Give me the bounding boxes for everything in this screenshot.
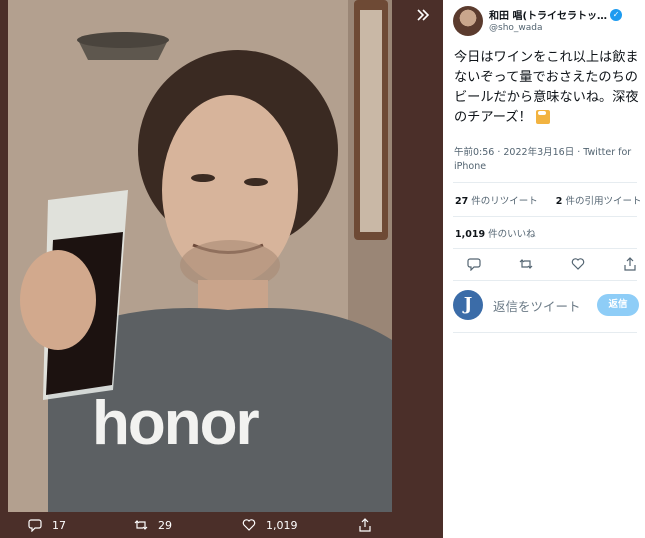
like-icon[interactable]	[571, 257, 585, 271]
media-viewer: honor 17 29 1,019	[0, 0, 443, 538]
tweet-body: 今日はワインをこれ以上は飲まないぞって量でおさえたのちのビールだから意味ないね。…	[454, 48, 640, 128]
likes-count: 1,019	[455, 229, 486, 240]
retweets-label: 件のリツイート	[471, 196, 538, 207]
quotes-count: 2	[555, 196, 563, 207]
verified-badge-icon: ✓	[610, 8, 623, 21]
media-reply-button[interactable]: 17	[28, 518, 66, 532]
retweets-count: 27	[455, 196, 469, 207]
beer-emoji	[535, 110, 550, 124]
like-icon	[242, 519, 256, 531]
retweet-icon[interactable]	[519, 257, 533, 271]
share-icon[interactable]	[623, 257, 637, 271]
tweet-timestamp[interactable]: 午前0:56 · 2022年3月16日	[454, 147, 574, 158]
tweet-author[interactable]: 和田 唱(トライセラトッ… ✓ @sho_wada	[453, 6, 623, 36]
tweet-stats-row: 27 件のリツイート 2 件の引用ツイート	[455, 193, 641, 207]
reply-composer: J 返信をツイート 返信	[453, 290, 639, 320]
tweet-detail-panel: 和田 唱(トライセラトッ… ✓ @sho_wada 今日はワインをこれ以上は飲ま…	[443, 0, 645, 538]
media-like-count: 1,019	[266, 518, 298, 532]
divider	[453, 248, 637, 249]
author-display-name[interactable]: 和田 唱(トライセラトッ…	[489, 7, 607, 22]
media-action-bar: 17 29 1,019	[0, 512, 443, 538]
reply-button[interactable]: 返信	[597, 294, 639, 316]
likes-stat[interactable]: 1,019 件のいいね	[455, 226, 536, 240]
reply-icon[interactable]	[467, 257, 481, 271]
media-retweet-button[interactable]: 29	[134, 518, 172, 532]
divider	[453, 216, 637, 217]
shirt-print-text: honor	[92, 389, 260, 458]
author-avatar[interactable]	[453, 6, 483, 36]
likes-label: 件のいいね	[488, 229, 536, 240]
divider	[453, 332, 637, 333]
media-like-button[interactable]: 1,019	[242, 518, 298, 532]
tweet-meta: 午前0:56 · 2022年3月16日 · Twitter for iPhone	[454, 147, 632, 172]
expand-icon[interactable]	[412, 6, 434, 28]
media-retweet-count: 29	[158, 518, 172, 532]
current-user-avatar[interactable]: J	[453, 290, 483, 320]
tweet-action-bar	[467, 257, 637, 271]
share-icon	[359, 518, 371, 532]
author-handle[interactable]: @sho_wada	[489, 23, 622, 33]
tweet-photo[interactable]: honor	[8, 0, 392, 512]
divider	[453, 280, 637, 281]
media-share-button[interactable]	[358, 518, 372, 532]
reply-input[interactable]: 返信をツイート	[493, 296, 597, 315]
divider	[453, 182, 637, 183]
reply-icon	[28, 519, 42, 532]
quotes-label: 件の引用ツイート	[565, 196, 642, 207]
media-reply-count: 17	[52, 518, 66, 532]
quotes-stat[interactable]: 2 件の引用ツイート	[556, 193, 642, 207]
retweets-stat[interactable]: 27 件のリツイート	[455, 193, 538, 207]
retweet-icon	[134, 520, 148, 530]
